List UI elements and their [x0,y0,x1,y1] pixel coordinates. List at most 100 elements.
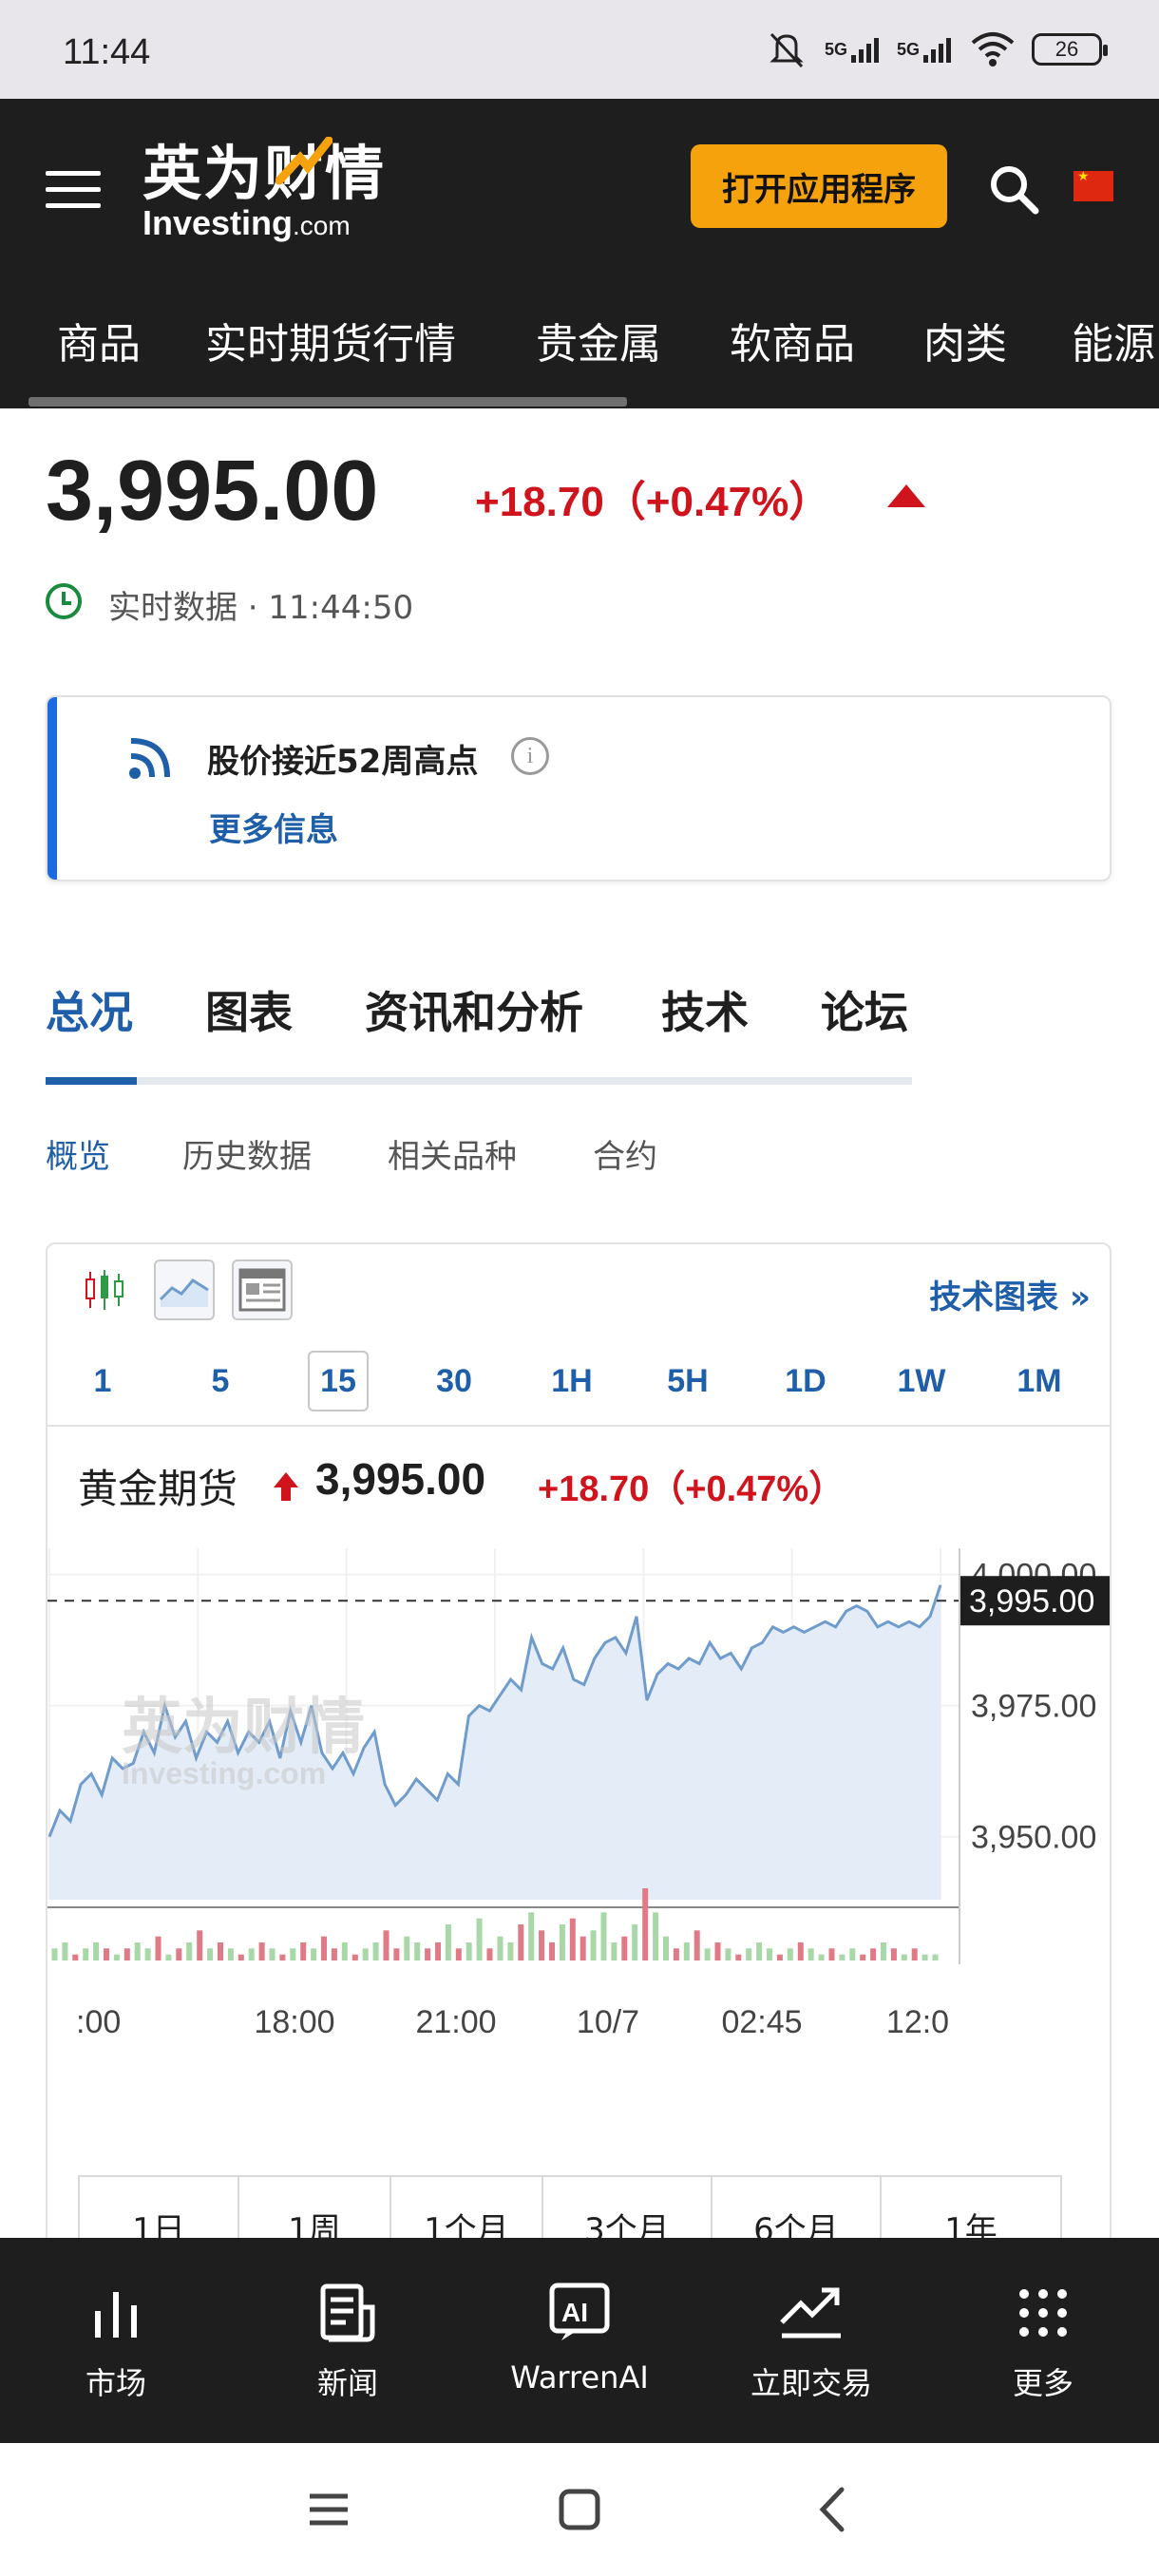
logo-en: Investing.com [142,203,351,242]
category-item[interactable]: 肉类 [923,310,1007,370]
volume-bar [279,1954,286,1960]
interval-button[interactable]: 1H [542,1351,602,1411]
volume-bar [176,1948,182,1960]
volume-bar [445,1924,451,1960]
interval-button[interactable]: 1D [775,1351,836,1411]
volume-bar [218,1942,223,1960]
volume-bar [683,1942,690,1960]
price-change: +18.70（+0.47%） [475,479,831,525]
volume-bar [642,1888,649,1960]
tab-overview[interactable]: 总况 [46,978,133,1041]
bottom-nav-label: 新闻 [316,2365,378,2401]
category-item[interactable]: 商品 [57,310,141,370]
table-view-icon[interactable] [232,1260,293,1320]
interval-button[interactable]: 5H [657,1351,718,1411]
trend-icon [778,2280,845,2346]
x-tick-label: :00 [76,2004,121,2040]
y-tick-label: 3,950.00 [971,1820,1096,1856]
volume-bar [849,1948,856,1960]
subtab-overview[interactable]: 概览 [46,1130,110,1177]
interval-button[interactable]: 1 [72,1351,133,1411]
search-icon[interactable] [986,161,1043,218]
volume-bar [518,1924,524,1960]
volume-bar [922,1954,928,1960]
more-info-link[interactable]: 更多信息 [209,804,338,850]
volume-bar [113,1954,120,1960]
candlestick-icon[interactable] [74,1260,135,1320]
tab-technical[interactable]: 技术 [661,978,749,1041]
bar-chart-icon [83,2280,149,2346]
back-icon[interactable] [804,2481,861,2538]
volume-bar [300,1942,307,1960]
volume-bar [818,1954,825,1960]
volume-bar [248,1948,255,1960]
tab-chart[interactable]: 图表 [205,978,293,1041]
instrument-change: +18.70（+0.47%） [538,1469,846,1509]
volume-bar [559,1924,565,1960]
bottom-nav-warrenai[interactable]: AI WarrenAI [464,2238,695,2443]
status-bar: 11:44 5G 5G 26 [0,0,1159,99]
open-app-button[interactable]: 打开应用程序 [691,144,947,228]
bottom-nav-label: 市场 [85,2365,146,2401]
category-item[interactable]: 软商品 [730,310,855,370]
price-chart[interactable]: 英为财情 Investing.com 4,000.003,975.003,950… [48,1548,1112,2042]
interval-button[interactable]: 5 [190,1351,251,1411]
bottom-nav-more[interactable]: 更多 [927,2238,1159,2443]
subtab-related[interactable]: 相关品种 [388,1130,517,1177]
subtab-history[interactable]: 历史数据 [182,1130,312,1177]
signal-icon-2: 5G [897,34,954,65]
volume-bar [486,1948,493,1960]
status-time: 11:44 [63,32,151,72]
app-header: 英为财情 Investing.com 打开应用程序 [0,99,1159,281]
menu-icon[interactable] [46,171,101,209]
volume-bar [828,1948,835,1960]
volume-bar [839,1954,846,1960]
interval-button-active[interactable]: 15 [308,1351,369,1411]
bottom-nav-markets[interactable]: 市场 [0,2238,232,2443]
bottom-nav-trade[interactable]: 立即交易 [695,2238,927,2443]
volume-bar [808,1948,814,1960]
info-card[interactable]: 股价接近52周高点 i 更多信息 [46,695,1112,881]
category-item[interactable]: 实时期货行情 [205,310,456,370]
category-item[interactable]: 贵金属 [536,310,661,370]
category-item[interactable]: 能源 [1072,310,1155,370]
volume-bar [372,1942,379,1960]
volume-bar [694,1930,700,1960]
volume-bar [311,1948,317,1960]
volume-bar [455,1948,462,1960]
subtab-contracts[interactable]: 合约 [593,1130,657,1177]
logo[interactable]: 英为财情 [142,125,386,211]
recents-icon[interactable] [300,2481,357,2538]
volume-bar [663,1936,669,1960]
tab-forum[interactable]: 论坛 [821,978,908,1041]
realtime-label: 实时数据 · 11:44:50 [108,589,414,627]
home-icon[interactable] [551,2481,608,2538]
china-flag-icon[interactable] [1074,169,1113,201]
volume-bar [911,1948,918,1960]
bottom-nav-label: 立即交易 [750,2365,872,2401]
x-axis: :00 18:00 21:00 10/7 02:45 12:0 [76,2004,949,2040]
volume-bar [621,1936,628,1960]
area-chart-icon[interactable] [154,1260,215,1320]
volume-bar [497,1936,504,1960]
technical-chart-link[interactable]: 技术图表 » [929,1271,1091,1317]
bottom-nav-label: 更多 [1012,2365,1074,2401]
x-tick-label: 02:45 [721,2004,802,2040]
volume-bar [207,1948,214,1960]
volume-bar [393,1948,400,1960]
interval-button[interactable]: 1W [891,1351,952,1411]
volume-bar [258,1942,265,1960]
bottom-nav-news[interactable]: 新闻 [232,2238,464,2443]
volume-bar [549,1942,555,1960]
category-nav: 商品 实时期货行情 贵金属 软商品 肉类 能源 [0,281,1159,408]
volume-bar [238,1954,244,1960]
volume-bar [383,1930,390,1960]
interval-button[interactable]: 1M [1009,1351,1070,1411]
interval-button[interactable]: 30 [424,1351,484,1411]
info-title: 股价接近52周高点 [207,743,479,781]
volume-bar [507,1942,514,1960]
tab-news-analysis[interactable]: 资讯和分析 [365,978,583,1041]
mute-icon [764,28,809,70]
volume-bar [155,1936,162,1960]
info-icon[interactable]: i [511,737,549,775]
